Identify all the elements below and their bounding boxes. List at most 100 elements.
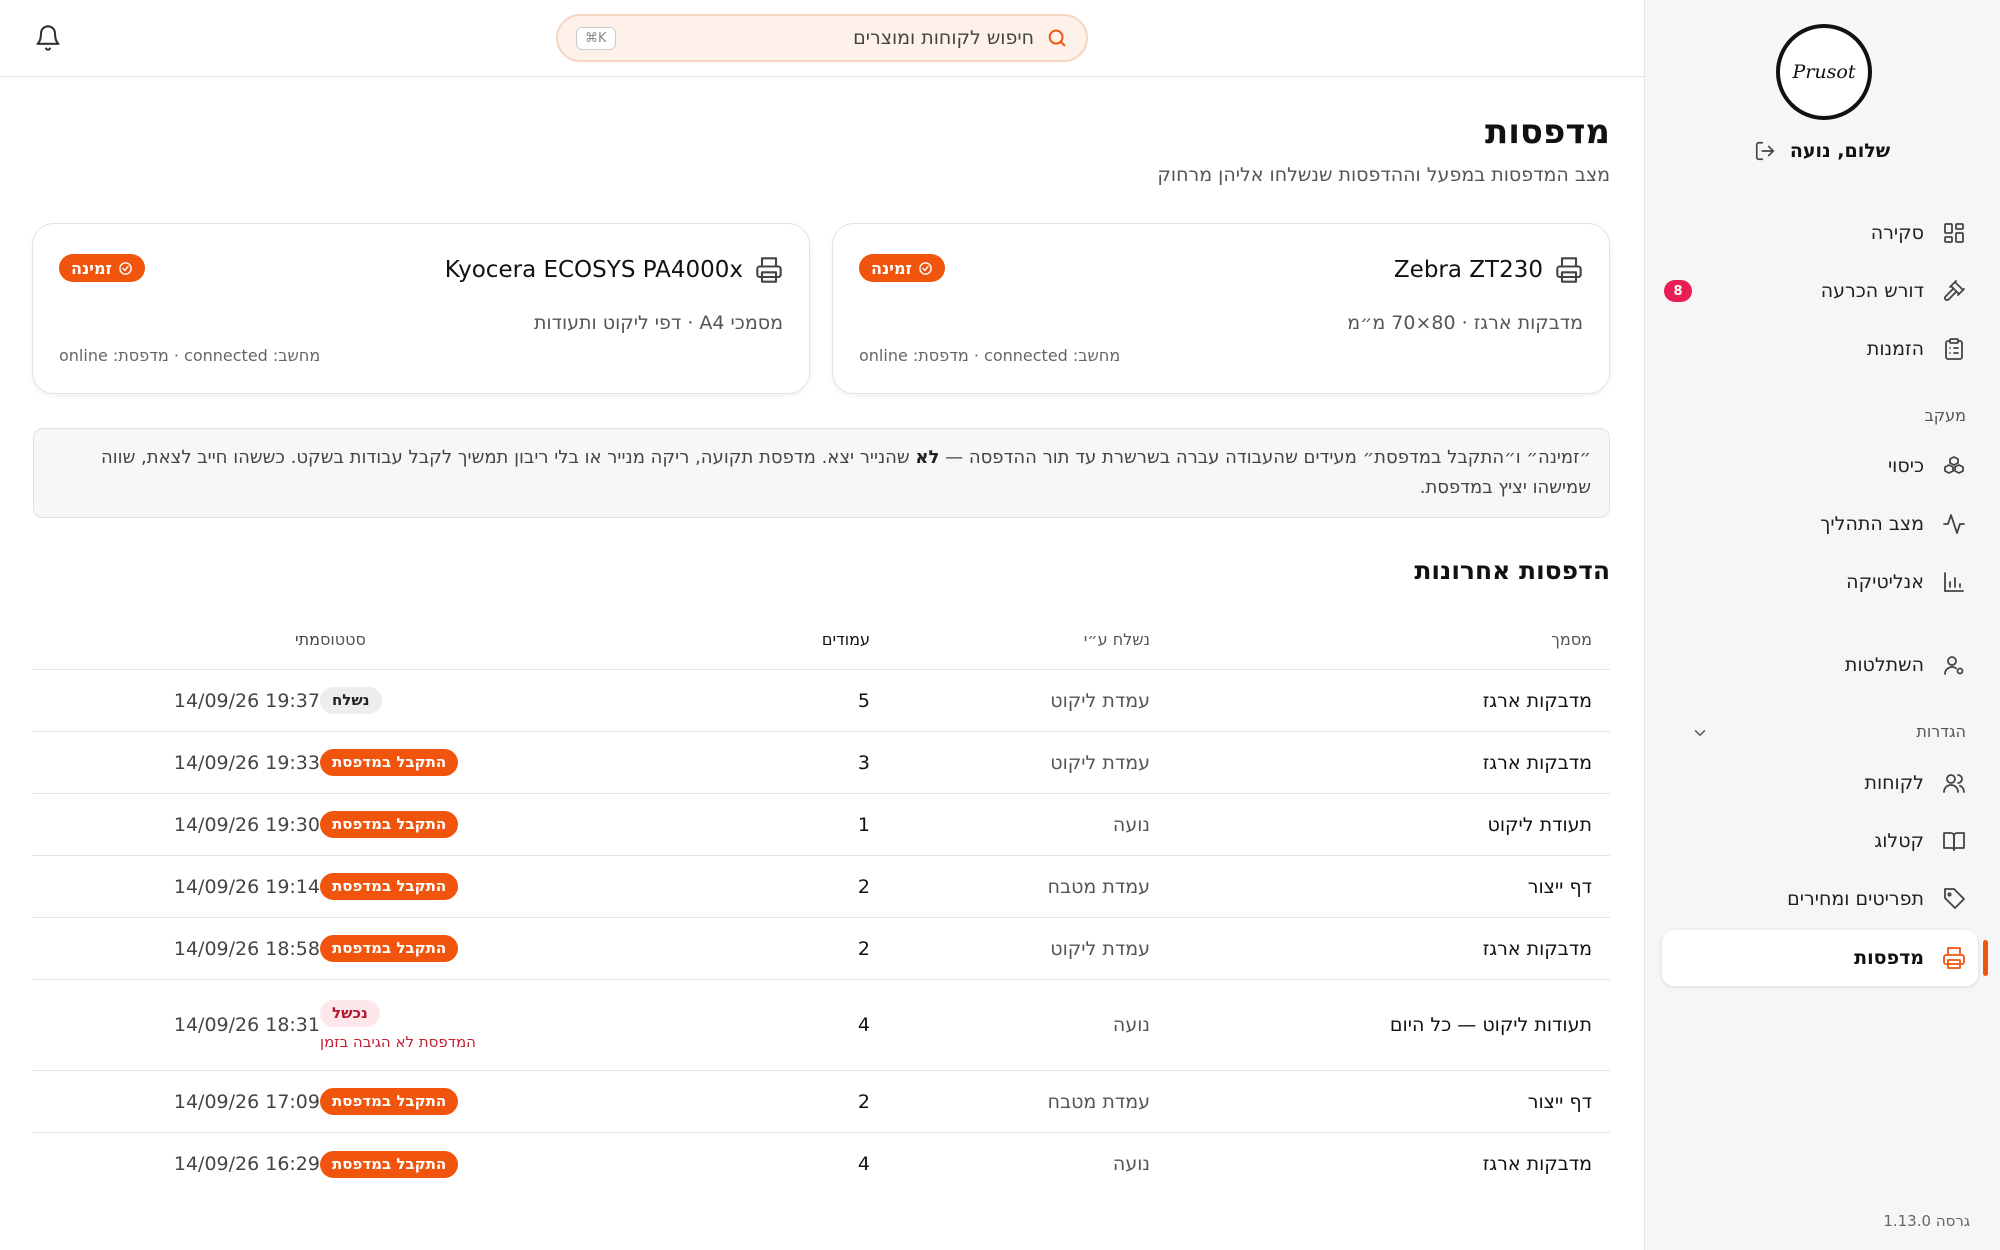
row-when: 14/09/26 18:31: [173, 1014, 320, 1036]
search-bar[interactable]: ⌘K: [556, 14, 1088, 62]
row-by: עמדת מטבח: [1047, 1090, 1150, 1113]
sidebar-item-label: מדפסות: [1854, 947, 1924, 969]
table-row[interactable]: תעודות ליקוט — כל היום נועה 4 נכשל המדפס…: [32, 980, 1610, 1071]
users-icon: [1943, 774, 1965, 793]
sidebar-item-catalog[interactable]: קטלוג: [1662, 813, 1978, 869]
chevron-down-icon[interactable]: [1691, 724, 1709, 742]
table-row[interactable]: מדבקות ארגז עמדת ליקוט 3 התקבל במדפסת 14…: [32, 732, 1610, 794]
row-when: 14/09/26 19:14: [173, 875, 320, 898]
sidebar-item-printers[interactable]: מדפסות: [1662, 930, 1988, 986]
sidebar-item-label: כיסוי: [1887, 455, 1924, 477]
sidebar-item-customers[interactable]: לקוחות: [1662, 755, 1978, 811]
status-badge: התקבל במדפסת: [320, 811, 459, 838]
sidebar-item-decisions[interactable]: דורש הכרעה 8: [1662, 263, 1978, 319]
printer-status-badge: זמינה: [859, 254, 945, 282]
col-when: מתי: [295, 630, 320, 649]
nav-section-tracking: מעקב: [1924, 406, 1966, 425]
printer-description: מסמכי A4 · דפי ליקוט ותעודות: [533, 312, 783, 334]
sidebar-item-label: דורש הכרעה: [1820, 280, 1924, 302]
recent-prints-title: הדפסות אחרונות: [1414, 556, 1610, 585]
clipboard-icon: [1945, 338, 1963, 360]
row-by: עמדת ליקוט: [1050, 937, 1150, 960]
sidebar-item-menus[interactable]: תפריטים ומחירים: [1662, 871, 1978, 927]
top-bar: ⌘K: [0, 0, 1644, 77]
status-badge: התקבל במדפסת: [320, 1150, 459, 1178]
row-by: עמדת ליקוט: [1050, 751, 1150, 774]
row-pages: 1: [857, 813, 870, 836]
search-shortcut-hint: ⌘K: [576, 26, 616, 50]
sidebar-item-takeover[interactable]: השתלטות: [1662, 637, 1978, 693]
table-header: מסמך נשלח ע״י עמודים סטטוס מתי: [32, 610, 1610, 670]
page-title: מדפסות: [1485, 112, 1610, 152]
row-pages: 5: [857, 689, 870, 712]
table-row[interactable]: דף ייצור עמדת מטבח 2 התקבל במדפסת 14/09/…: [32, 1071, 1610, 1133]
table-row[interactable]: מדבקות ארגז נועה 4 התקבל במדפסת 14/09/26…: [32, 1133, 1610, 1195]
grid-icon: [1944, 223, 1964, 243]
row-pages: 2: [857, 937, 870, 960]
check-circle-icon: [119, 261, 132, 275]
printer-connection: מחשב: connected · מדפסת: online: [59, 346, 321, 365]
row-status: התקבל במדפסת: [320, 749, 700, 776]
row-status: התקבל במדפסת: [320, 1150, 700, 1178]
row-by: נועה: [1112, 1014, 1150, 1036]
row-pages: 2: [857, 1090, 870, 1113]
user-greeting: שלום, נועה: [1644, 140, 2000, 162]
status-badge: נכשל: [320, 999, 380, 1027]
printer-name: Kyocera ECOSYS PA4000x: [444, 257, 743, 283]
greeting-text: שלום, נועה: [1789, 140, 1891, 162]
table-row[interactable]: מדבקות ארגז עמדת ליקוט 2 התקבל במדפסת 14…: [32, 918, 1610, 980]
recent-prints-table: מסמך נשלח ע״י עמודים סטטוס מתי מדבקות אר…: [32, 610, 1610, 1195]
gavel-icon: [1944, 280, 1965, 301]
printer-name: Zebra ZT230: [1393, 257, 1543, 283]
row-by: עמדת מטבח: [1047, 875, 1150, 898]
decisions-count-badge: 8: [1664, 280, 1692, 302]
row-status: התקבל במדפסת: [320, 811, 700, 838]
row-doc: מדבקות ארגז: [1482, 751, 1592, 774]
sidebar-item-orders[interactable]: הזמנות: [1662, 321, 1978, 377]
printer-card: Zebra ZT230 זמינה מדבקות ארגז · 80×70 מ״…: [832, 223, 1610, 394]
brand-logo[interactable]: Prusot: [1776, 24, 1872, 120]
sidebar-item-overview[interactable]: סקירה: [1662, 205, 1978, 261]
sidebar-item-process[interactable]: מצב התהליך: [1662, 496, 1978, 552]
row-when: 14/09/26 19:33: [173, 751, 320, 774]
printer-icon: [756, 257, 782, 283]
row-doc: דף ייצור: [1527, 875, 1592, 898]
error-message: המדפסת לא הגיבה בזמן: [320, 1032, 476, 1051]
sidebar-item-coverage[interactable]: כיסוי: [1662, 438, 1978, 494]
table-row[interactable]: דף ייצור עמדת מטבח 2 התקבל במדפסת 14/09/…: [32, 856, 1610, 918]
sidebar-item-label: אנליטיקה: [1846, 571, 1924, 593]
row-when: 14/09/26 16:29: [173, 1153, 320, 1175]
row-when: 14/09/26 19:30: [173, 813, 320, 836]
col-by: נשלח ע״י: [1083, 630, 1150, 649]
status-badge: התקבל במדפסת: [320, 749, 459, 776]
nav-section-settings: הגדרות: [1916, 722, 1966, 741]
activity-icon: [1943, 514, 1965, 534]
logout-icon[interactable]: [1754, 140, 1776, 162]
col-status: סטטוס: [320, 630, 366, 649]
row-status: התקבל במדפסת: [320, 935, 700, 962]
row-when: 14/09/26 19:37: [173, 689, 320, 712]
sidebar-item-label: מצב התהליך: [1820, 513, 1924, 535]
tag-icon: [1944, 888, 1965, 909]
search-input[interactable]: [615, 27, 1034, 49]
bell-icon[interactable]: [34, 24, 62, 52]
check-circle-icon: [919, 261, 932, 275]
row-doc: תעודת ליקוט: [1487, 813, 1592, 836]
printer-status-badge: זמינה: [59, 254, 145, 282]
sidebar-item-label: לקוחות: [1864, 772, 1924, 794]
row-status: התקבל במדפסת: [320, 873, 700, 900]
printer-icon: [1556, 257, 1582, 283]
sidebar-item-analytics[interactable]: אנליטיקה: [1662, 554, 1978, 610]
row-status: נכשל המדפסת לא הגיבה בזמן: [320, 999, 700, 1051]
book-icon: [1943, 832, 1965, 851]
table-row[interactable]: מדבקות ארגז עמדת ליקוט 5 נשלח 14/09/26 1…: [32, 670, 1610, 732]
sidebar-item-label: השתלטות: [1844, 654, 1924, 676]
row-by: נועה: [1112, 813, 1150, 836]
row-pages: 4: [857, 1014, 870, 1036]
row-pages: 2: [857, 875, 870, 898]
row-when: 14/09/26 18:58: [173, 937, 320, 960]
table-row[interactable]: תעודת ליקוט נועה 1 התקבל במדפסת 14/09/26…: [32, 794, 1610, 856]
info-notice: ״זמינה״ ו״התקבל במדפסת״ מעידים שהעבודה ע…: [33, 428, 1610, 518]
status-badge: התקבל במדפסת: [320, 873, 459, 900]
row-doc: מדבקות ארגז: [1482, 937, 1592, 960]
